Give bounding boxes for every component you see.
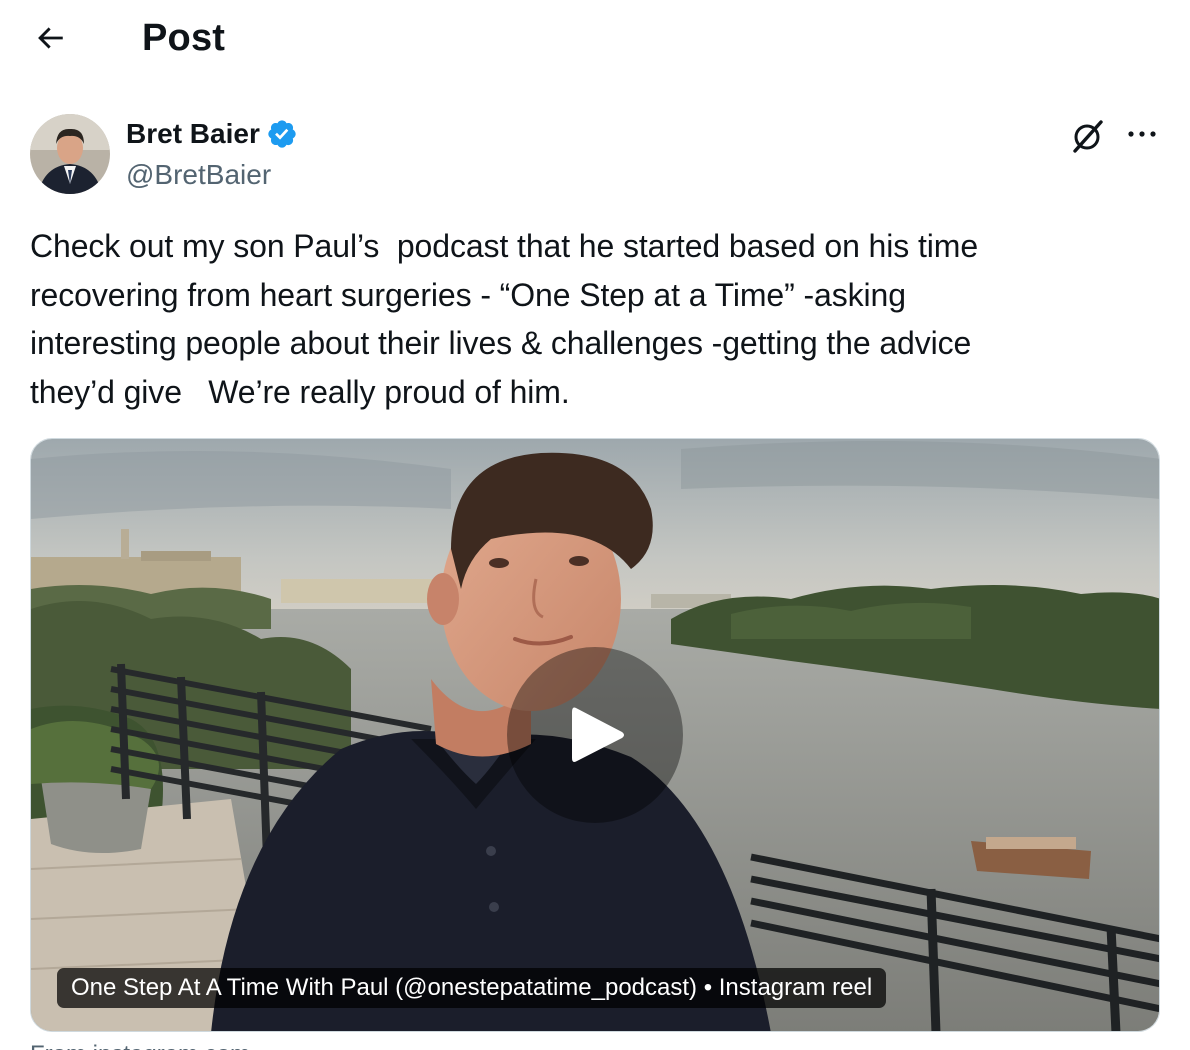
grok-button[interactable] bbox=[1066, 114, 1110, 158]
author-name-text: Bret Baier bbox=[126, 118, 260, 149]
page-title: Post bbox=[142, 17, 226, 59]
post-page: Post Bret Baier @BretBaier Check out my … bbox=[0, 0, 1190, 1050]
author-handle[interactable]: @BretBaier bbox=[126, 155, 271, 195]
link-source-label[interactable]: From instagram.com bbox=[30, 1040, 250, 1050]
avatar[interactable] bbox=[30, 114, 110, 194]
verified-badge-icon bbox=[268, 120, 296, 148]
play-icon bbox=[572, 707, 624, 762]
more-button[interactable] bbox=[1120, 114, 1164, 154]
tweet-text: Check out my son Paul’s podcast that he … bbox=[30, 228, 979, 410]
post-header: Post bbox=[0, 0, 1190, 80]
grok-icon bbox=[1073, 120, 1103, 153]
media-caption: One Step At A Time With Paul (@onestepat… bbox=[57, 968, 887, 1008]
back-button[interactable] bbox=[26, 14, 74, 62]
avatar-image bbox=[30, 114, 110, 194]
more-icon bbox=[1128, 131, 1156, 137]
arrow-left-icon bbox=[38, 27, 63, 49]
media-card[interactable]: One Step At A Time With Paul (@onestepat… bbox=[30, 438, 1160, 1032]
author-name[interactable]: Bret Baier bbox=[126, 114, 298, 154]
play-button[interactable] bbox=[507, 647, 683, 823]
